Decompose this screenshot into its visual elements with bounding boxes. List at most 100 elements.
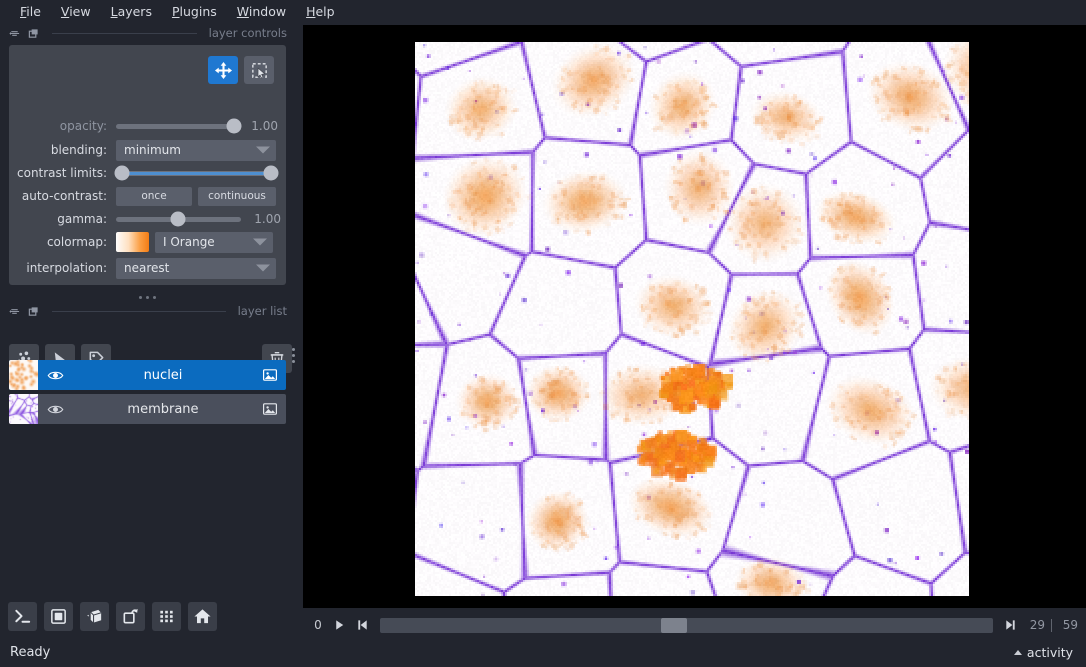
contrast-fill (121, 171, 271, 175)
dot (153, 295, 156, 299)
menu-file-rest: ile (26, 4, 41, 19)
blending-row: blending: minimum (9, 139, 286, 161)
roll-dims-icon (123, 608, 138, 624)
menu-window[interactable]: Window (227, 0, 296, 24)
close-icon[interactable] (27, 27, 40, 40)
skip-previous-icon (358, 620, 367, 630)
opacity-track (116, 123, 236, 129)
chevron-down-icon (256, 264, 270, 272)
opacity-value: 1.00 (251, 119, 278, 133)
play-button[interactable] (331, 616, 348, 634)
grid-icon (160, 610, 173, 623)
layer-controls-dock-title: layer controls (0, 24, 295, 42)
gamma-row: gamma: 1.00 (9, 208, 286, 230)
contrast-handle-high[interactable] (263, 165, 279, 181)
transform-tool-button[interactable] (244, 56, 274, 84)
menu-bar: File View Layers Plugins Window Help (0, 0, 1086, 24)
contrast-limits-row: contrast limits: (9, 162, 286, 184)
step-to-end-button[interactable] (1002, 616, 1019, 634)
opacity-handle[interactable] (226, 118, 242, 134)
auto-contrast-label: auto-contrast: (21, 189, 107, 203)
dimension-slider-handle[interactable] (661, 617, 688, 633)
gamma-handle[interactable] (170, 211, 186, 227)
ndisplay-3d-button[interactable] (80, 602, 109, 631)
interpolation-row: interpolation: nearest (9, 257, 286, 279)
interpolation-label: interpolation: (26, 261, 107, 275)
title-rule (52, 310, 226, 312)
float-icon[interactable] (8, 27, 21, 40)
cell-image-display[interactable] (415, 42, 969, 596)
title-rule (52, 32, 197, 34)
step-to-start-button[interactable] (354, 616, 371, 634)
roll-dims-button[interactable] (116, 602, 145, 631)
layer-thumbnail (9, 394, 38, 424)
colormap-swatch[interactable] (116, 232, 149, 252)
colormap-value: I Orange (163, 235, 215, 249)
pan-zoom-icon (214, 61, 232, 79)
chevron-up-icon (1013, 650, 1022, 655)
grid-view-button[interactable] (152, 602, 181, 631)
ndisplay-2d-button[interactable] (44, 602, 73, 631)
float-icon[interactable] (8, 305, 21, 318)
layer-name: membrane (127, 401, 199, 417)
layer-row[interactable]: nuclei (9, 360, 286, 390)
visibility-icon[interactable] (38, 367, 72, 384)
layer-tool-buttons (208, 56, 274, 84)
chevron-down-icon (253, 238, 267, 246)
close-icon[interactable] (27, 305, 40, 318)
opacity-slider[interactable] (116, 115, 242, 137)
auto-contrast-continuous-button[interactable]: continuous (198, 186, 276, 206)
activity-button[interactable]: activity (1013, 645, 1086, 660)
layer-thumbnail (9, 360, 38, 390)
layer-list-dock-title: layer list (0, 302, 295, 320)
colormap-row: colormap: I Orange (9, 231, 286, 253)
skip-next-icon (1006, 620, 1015, 630)
dot (292, 354, 295, 357)
gamma-slider[interactable] (116, 208, 241, 230)
menu-view[interactable]: View (51, 0, 101, 24)
layer-row[interactable]: membrane (9, 394, 286, 424)
layer-name: nuclei (143, 367, 183, 383)
cells-rendering (415, 42, 969, 596)
menu-help-rest: elp (315, 4, 335, 19)
activity-label: activity (1026, 645, 1073, 660)
dimension-slider[interactable] (380, 617, 993, 633)
contrast-handle-low[interactable] (114, 165, 130, 181)
viewer-canvas[interactable] (303, 25, 1086, 608)
visibility-icon[interactable] (38, 401, 72, 418)
dot (292, 348, 295, 351)
colormap-combobox[interactable]: I Orange (155, 231, 273, 253)
dim-max-value: 59 (1062, 618, 1078, 632)
dot (139, 295, 142, 299)
viewer-buttons (8, 602, 217, 631)
cube-icon (87, 609, 102, 623)
menu-plugins[interactable]: Plugins (162, 0, 227, 24)
blending-label: blending: (50, 143, 107, 157)
home-button[interactable] (188, 602, 217, 631)
napari-window: File View Layers Plugins Window Help lay… (0, 0, 1086, 667)
interpolation-combobox[interactable]: nearest (116, 257, 276, 279)
play-icon (336, 620, 344, 630)
home-icon (194, 609, 211, 624)
menu-layers-rest: ayers (117, 4, 152, 19)
menu-file[interactable]: File (10, 0, 51, 24)
auto-contrast-once-button[interactable]: once (116, 186, 192, 206)
chevron-down-icon (256, 146, 270, 154)
dim-axis-label: 0 (314, 618, 322, 632)
console-button[interactable] (8, 602, 37, 631)
dot (146, 295, 149, 299)
layer-list-options-handle[interactable] (292, 348, 295, 363)
dimension-slider-bar: 0 29 59 (303, 612, 1086, 638)
console-icon (15, 609, 31, 623)
opacity-row: opacity: 1.00 (9, 115, 286, 137)
pan-zoom-tool-button[interactable] (208, 56, 238, 84)
dim-current-value: 29 (1029, 618, 1045, 632)
menu-help[interactable]: Help (296, 0, 345, 24)
blending-combobox[interactable]: minimum (116, 139, 276, 161)
menu-layers[interactable]: Layers (101, 0, 162, 24)
status-bar: Ready activity (0, 638, 1086, 667)
layer-list-title-text: layer list (237, 304, 287, 318)
layer-controls-panel: opacity: 1.00 blending: minimum contrast… (9, 45, 286, 285)
contrast-limits-slider[interactable] (114, 162, 279, 184)
left-dock: layer controls opacity: 1.00 blending: m… (0, 24, 303, 667)
